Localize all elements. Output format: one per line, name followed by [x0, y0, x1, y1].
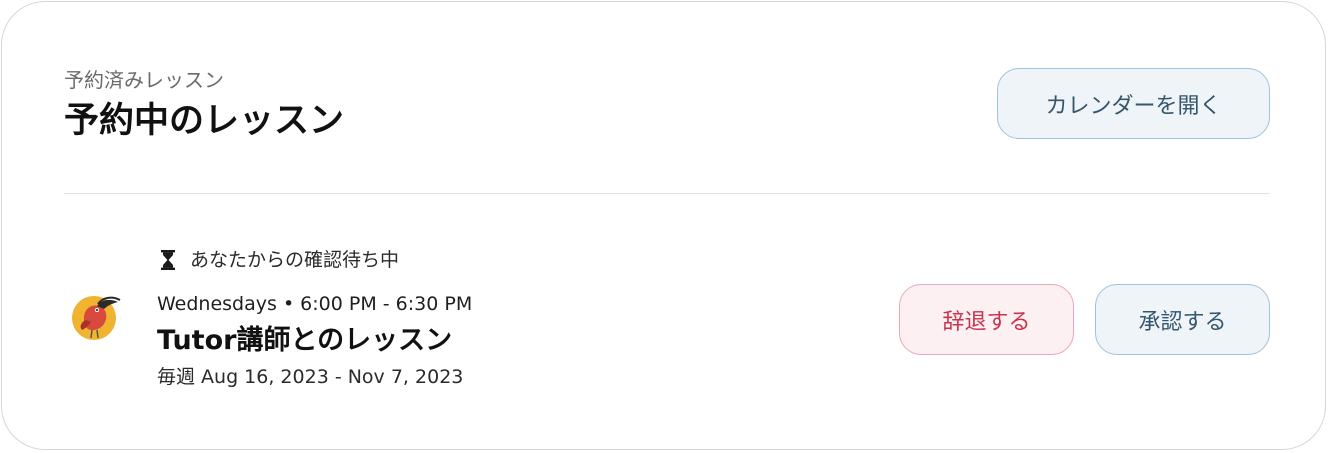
- tutor-avatar: [64, 288, 136, 348]
- decline-button-label: 辞退する: [942, 309, 1031, 335]
- approve-button[interactable]: 承認する: [1095, 284, 1270, 355]
- section-subtitle: 予約済みレッスン: [64, 68, 224, 92]
- hourglass-icon: [160, 249, 176, 271]
- lesson-status: あなたからの確認待ち中: [160, 247, 399, 273]
- lesson-status-text: あなたからの確認待ち中: [190, 249, 400, 271]
- section-title: 予約中のレッスン: [64, 101, 345, 141]
- approve-button-label: 承認する: [1138, 309, 1227, 335]
- lesson-schedule: Wednesdays • 6:00 PM - 6:30 PM: [157, 293, 473, 315]
- open-calendar-button-label: カレンダーを開く: [1045, 93, 1222, 119]
- open-calendar-button[interactable]: カレンダーを開く: [997, 68, 1270, 139]
- lesson-name: Tutor講師とのレッスン: [157, 325, 453, 356]
- section-divider: [64, 193, 1270, 194]
- upcoming-lessons-card: 予約済みレッスン 予約中のレッスン カレンダーを開く あなたからの確認待ち中 W…: [1, 1, 1326, 450]
- lesson-date-range: 毎週 Aug 16, 2023 - Nov 7, 2023: [157, 366, 464, 388]
- decline-button[interactable]: 辞退する: [899, 284, 1074, 355]
